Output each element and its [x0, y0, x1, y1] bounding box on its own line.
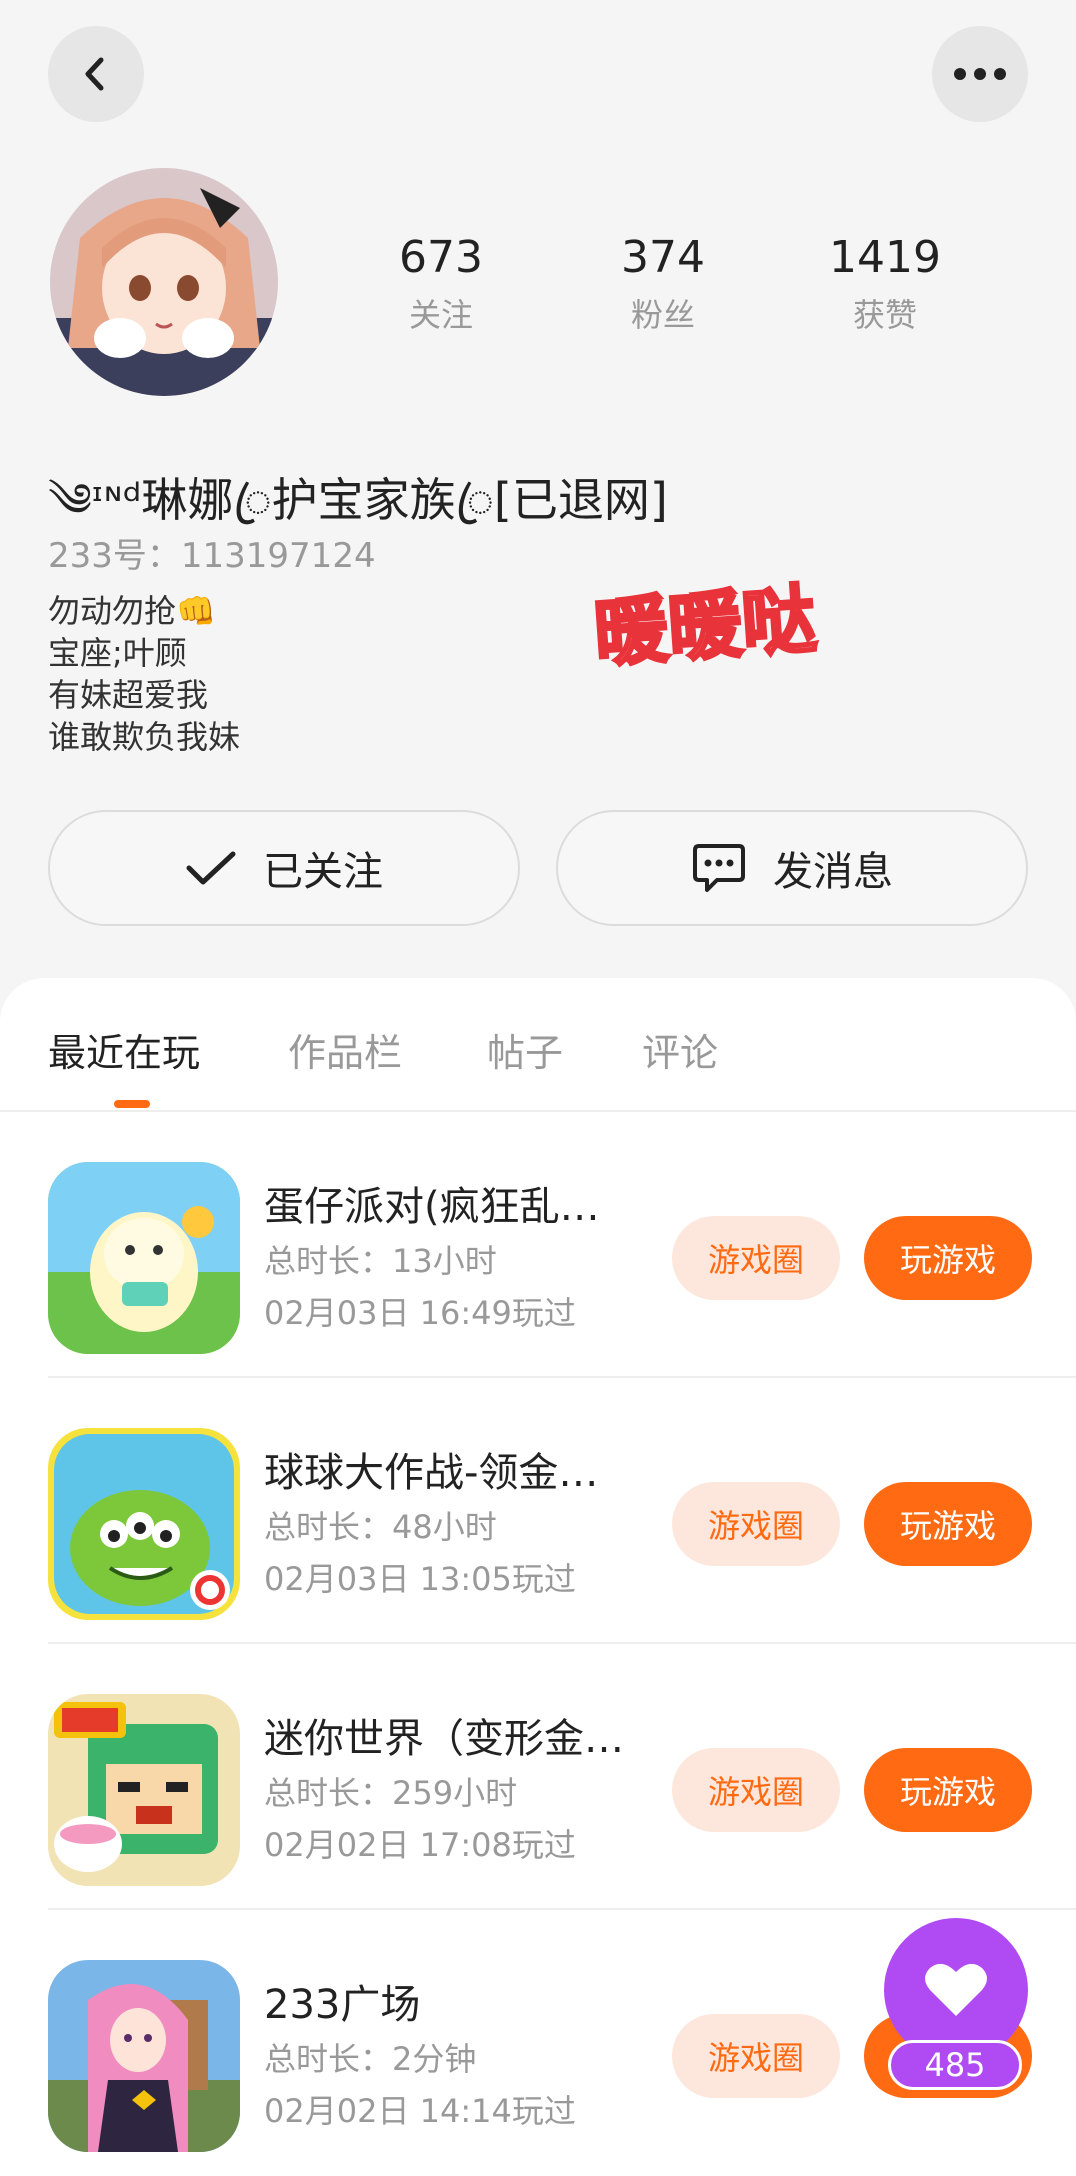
game-last-played: 02月03日 16:49玩过	[264, 1294, 576, 1332]
game-last-played: 02月03日 13:05玩过	[264, 1560, 576, 1598]
tab-works[interactable]: 作品栏	[288, 1022, 402, 1077]
bio-line: 谁敢欺负我妹	[48, 718, 241, 756]
stat-likes[interactable]: 1419 获赞	[774, 230, 996, 336]
profile-page: 673 关注 374 粉丝 1419 获赞 ༄ᶦᶰᵈ琳娜ꦿ护宝家族ꦿ[已退网] …	[0, 0, 1076, 2176]
avatar[interactable]	[50, 168, 278, 396]
stat-label: 获赞	[852, 296, 917, 334]
game-icon[interactable]	[48, 1428, 240, 1620]
followed-label: 已关注	[263, 849, 383, 895]
stat-following[interactable]: 673 关注	[330, 230, 552, 336]
game-list-item[interactable]: 蛋仔派对(疯狂乱… 总时长：13小时 02月03日 16:49玩过 游戏圈 玩游…	[48, 1112, 1076, 1378]
game-duration: 总时长：13小时	[264, 1242, 497, 1280]
game-duration: 总时长：259小时	[264, 1774, 518, 1812]
game-title: 233广场	[264, 1982, 421, 2028]
active-tab-indicator	[114, 1100, 150, 1108]
game-list-item[interactable]: 球球大作战-领金… 总时长：48小时 02月03日 13:05玩过 游戏圈 玩游…	[48, 1378, 1076, 1644]
game-last-played: 02月02日 14:14玩过	[264, 2092, 576, 2130]
stat-followers[interactable]: 374 粉丝	[552, 230, 774, 336]
play-game-button[interactable]: 玩游戏	[864, 1748, 1032, 1832]
tab-recent-play[interactable]: 最近在玩	[48, 1022, 200, 1077]
message-button[interactable]: 发消息	[556, 810, 1028, 926]
stat-label: 关注	[408, 296, 473, 334]
bio-line: 勿动勿抢👊	[48, 592, 216, 630]
game-last-played: 02月02日 17:08玩过	[264, 1826, 576, 1864]
play-game-button[interactable]: 玩游戏	[864, 1482, 1032, 1566]
user-id: 233号：113197124	[48, 536, 376, 576]
game-circle-button[interactable]: 游戏圈	[672, 1748, 840, 1832]
tab-comments[interactable]: 评论	[642, 1022, 718, 1077]
chevron-left-icon	[85, 57, 104, 91]
game-icon[interactable]	[48, 1162, 240, 1354]
back-button[interactable]	[48, 26, 144, 122]
game-title: 球球大作战-领金…	[264, 1450, 599, 1496]
chat-bubble-icon	[693, 844, 745, 892]
game-circle-button[interactable]: 游戏圈	[672, 1216, 840, 1300]
game-icon[interactable]	[48, 1694, 240, 1886]
decoration-text: 暖暖哒	[591, 576, 818, 677]
bio: 勿动勿抢👊 宝座;叶顾 有妹超爱我 谁敢欺负我妹	[48, 590, 240, 758]
followed-button[interactable]: 已关注	[48, 810, 520, 926]
message-label: 发消息	[773, 849, 893, 895]
like-count-badge: 485	[888, 2040, 1022, 2090]
play-game-button[interactable]: 玩游戏	[864, 1216, 1032, 1300]
tab-posts[interactable]: 帖子	[487, 1022, 563, 1077]
game-circle-button[interactable]: 游戏圈	[672, 1482, 840, 1566]
bio-line: 宝座;叶顾	[48, 634, 187, 672]
game-duration: 总时长：2分钟	[264, 2040, 477, 2078]
profile-stats: 673 关注 374 粉丝 1419 获赞	[330, 230, 1020, 336]
game-circle-button[interactable]: 游戏圈	[672, 2014, 840, 2098]
profile-tabs: 最近在玩 作品栏 帖子 评论	[0, 978, 1076, 1112]
game-title: 迷你世界（变形金…	[264, 1716, 624, 1762]
bio-line: 有妹超爱我	[48, 676, 209, 714]
check-icon	[186, 851, 236, 885]
game-icon[interactable]	[48, 1960, 240, 2152]
game-list-item[interactable]: 迷你世界（变形金… 总时长：259小时 02月02日 17:08玩过 游戏圈 玩…	[48, 1644, 1076, 1910]
stat-value: 1419	[829, 232, 941, 283]
stat-label: 粉丝	[630, 296, 695, 334]
stat-value: 673	[399, 232, 483, 283]
more-horizontal-icon	[954, 68, 1006, 80]
decoration-sticker: 暖暖哒	[590, 575, 820, 679]
more-button[interactable]	[932, 26, 1028, 122]
game-title: 蛋仔派对(疯狂乱…	[264, 1184, 600, 1230]
stat-value: 374	[621, 232, 705, 283]
heart-icon	[925, 1963, 987, 2016]
game-duration: 总时长：48小时	[264, 1508, 497, 1546]
